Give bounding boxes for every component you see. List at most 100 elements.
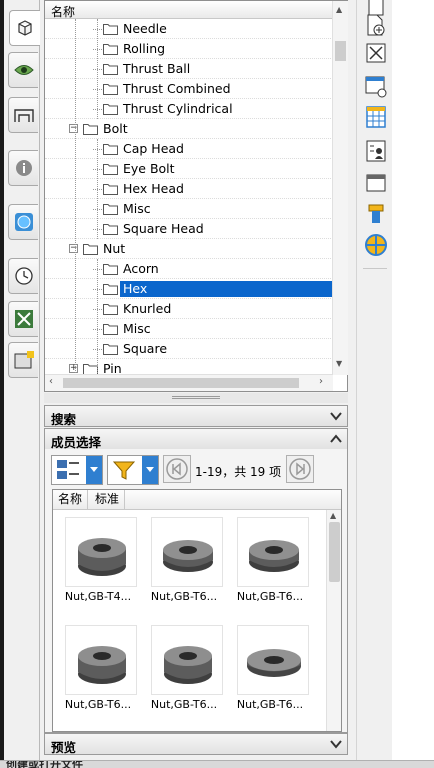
nut-thumbnail-image xyxy=(151,625,223,695)
tree-node-label: Eye Bolt xyxy=(123,161,175,176)
tree-node-square[interactable]: Square xyxy=(45,339,333,359)
user-list-icon xyxy=(366,140,386,162)
window-settings-icon xyxy=(365,76,387,98)
next-page-icon xyxy=(289,458,311,480)
tree-node-knurled[interactable]: Knurled xyxy=(45,299,333,319)
preview-section-title: 预览 xyxy=(51,740,77,755)
scroll-up-arrow-icon[interactable]: ▲ xyxy=(330,511,336,520)
tree-node-label: Needle xyxy=(123,21,167,36)
filter-dropdown[interactable] xyxy=(107,455,159,485)
filter-dropdown-arrow[interactable] xyxy=(142,456,158,484)
member-item[interactable]: Nut,GB-T4... xyxy=(55,515,141,615)
tree-node-label: Hex xyxy=(120,281,333,297)
collapse-icon[interactable]: − xyxy=(69,124,78,133)
tree-hscroll-thumb[interactable] xyxy=(63,378,299,388)
design-library-tab[interactable] xyxy=(9,10,40,46)
toolbar-button-close[interactable] xyxy=(363,40,389,66)
chevron-up-icon[interactable] xyxy=(328,431,344,447)
tree-node-pin[interactable]: + Pin xyxy=(45,359,333,375)
folder-icon xyxy=(103,284,118,295)
chevron-down-icon[interactable] xyxy=(328,736,344,752)
tree-node-thrust-cylindrical[interactable]: Thrust Cylindrical xyxy=(45,99,333,119)
toolbar-button-settings[interactable] xyxy=(363,74,389,100)
tree-node-misc[interactable]: Misc xyxy=(45,199,333,219)
window-icon xyxy=(366,174,386,192)
tree-node-bolt[interactable]: − Bolt xyxy=(45,119,333,139)
member-item-caption: Nut,GB-T4... xyxy=(64,590,132,603)
tree-node-label: Square xyxy=(123,341,168,356)
tree-node-label: Hex Head xyxy=(123,181,184,196)
tree-node-hex-head[interactable]: Hex Head xyxy=(45,179,333,199)
toolbar-button-window[interactable] xyxy=(363,170,389,196)
member-grid-scrollbar[interactable]: ▲ xyxy=(326,510,341,731)
tree-node-cap-head[interactable]: Cap Head xyxy=(45,139,333,159)
folder-icon xyxy=(103,84,118,95)
status-bar: 创建或打开文件 xyxy=(0,760,434,768)
hex-nut-icon xyxy=(247,649,301,677)
properties-tab[interactable] xyxy=(8,150,38,186)
member-item[interactable]: Nut,GB-T6... xyxy=(55,623,141,723)
tree-node-rolling[interactable]: Rolling xyxy=(45,39,333,59)
scroll-right-arrow-icon[interactable]: › xyxy=(319,376,323,387)
collapse-icon[interactable]: − xyxy=(69,244,78,253)
scroll-down-arrow-icon[interactable]: ▼ xyxy=(336,359,342,368)
toolbar-button-stack[interactable] xyxy=(363,202,389,228)
member-scroll-thumb[interactable] xyxy=(329,522,340,582)
tree-node-label: Cap Head xyxy=(123,141,184,156)
search-section-header[interactable]: 搜索 xyxy=(44,405,348,427)
history-tab[interactable] xyxy=(8,258,38,294)
tree-node-misc[interactable]: Misc xyxy=(45,319,333,339)
previous-page-icon xyxy=(166,458,188,480)
tree-vertical-scrollbar[interactable]: ▲ ▼ xyxy=(332,1,348,375)
folder-icon xyxy=(103,204,118,215)
previous-page-button[interactable] xyxy=(163,455,191,483)
view-palette-tab[interactable] xyxy=(8,52,38,88)
appearance-tab[interactable] xyxy=(8,97,38,133)
tree-node-label: Acorn xyxy=(123,261,159,276)
tools-tab[interactable] xyxy=(8,301,38,337)
tree-node-thrust-combined[interactable]: Thrust Combined xyxy=(45,79,333,99)
member-item[interactable]: Nut,GB-T6... xyxy=(227,623,313,723)
scene-icon xyxy=(13,109,34,122)
tree-node-hex[interactable]: Hex xyxy=(45,279,333,299)
file-explorer-tab[interactable] xyxy=(8,342,38,378)
folder-icon xyxy=(83,244,98,255)
member-item[interactable]: Nut,GB-T6... xyxy=(227,515,313,615)
tree-node-square-head[interactable]: Square Head xyxy=(45,219,333,239)
toolbar-button-table[interactable] xyxy=(363,104,389,130)
folder-icon xyxy=(103,304,118,315)
view-mode-dropdown[interactable] xyxy=(51,455,103,485)
toolbar-button-appearance[interactable] xyxy=(363,232,389,258)
member-select-section-header[interactable]: 成员选择 xyxy=(44,428,348,450)
tree-node-label: Thrust Cylindrical xyxy=(123,101,233,116)
expand-icon[interactable]: + xyxy=(69,364,78,373)
toolbar-button-user-list[interactable] xyxy=(363,138,389,164)
close-box-icon xyxy=(366,43,386,63)
tree-node-label: Knurled xyxy=(123,301,172,316)
scroll-up-arrow-icon[interactable]: ▲ xyxy=(336,5,342,14)
web-resources-tab[interactable] xyxy=(8,204,38,240)
filter-funnel-icon xyxy=(112,461,136,480)
tree-node-nut[interactable]: − Nut xyxy=(45,239,333,259)
tree-node-thrust-ball[interactable]: Thrust Ball xyxy=(45,59,333,79)
panel-splitter[interactable] xyxy=(44,393,348,403)
globe-icon xyxy=(14,213,33,231)
tree-node-needle[interactable]: Needle xyxy=(45,19,333,39)
tree-node-eye-bolt[interactable]: Eye Bolt xyxy=(45,159,333,179)
tree-horizontal-scrollbar[interactable]: ‹ › xyxy=(45,374,333,391)
folder-icon xyxy=(103,264,118,275)
table-icon xyxy=(366,106,386,128)
toolbar-button-new-doc[interactable] xyxy=(363,12,389,38)
column-header-name[interactable]: 名称 xyxy=(53,490,89,510)
member-item[interactable]: Nut,GB-T6... xyxy=(141,515,227,615)
scroll-left-arrow-icon[interactable]: ‹ xyxy=(49,376,53,387)
chevron-down-icon[interactable] xyxy=(328,408,344,424)
tree-node-acorn[interactable]: Acorn xyxy=(45,259,333,279)
column-header-standard[interactable]: 标准 xyxy=(90,490,126,510)
tree-scroll-thumb[interactable] xyxy=(335,41,346,61)
member-thumbnail-grid: 名称 标准 Nut,GB-T4... Nut,GB-T6... Nut,GB-T6.… xyxy=(52,489,342,732)
view-mode-dropdown-arrow[interactable] xyxy=(86,456,102,484)
preview-section-header[interactable]: 预览 xyxy=(44,733,348,755)
member-item[interactable]: Nut,GB-T6... xyxy=(141,623,227,723)
next-page-button[interactable] xyxy=(286,455,314,483)
